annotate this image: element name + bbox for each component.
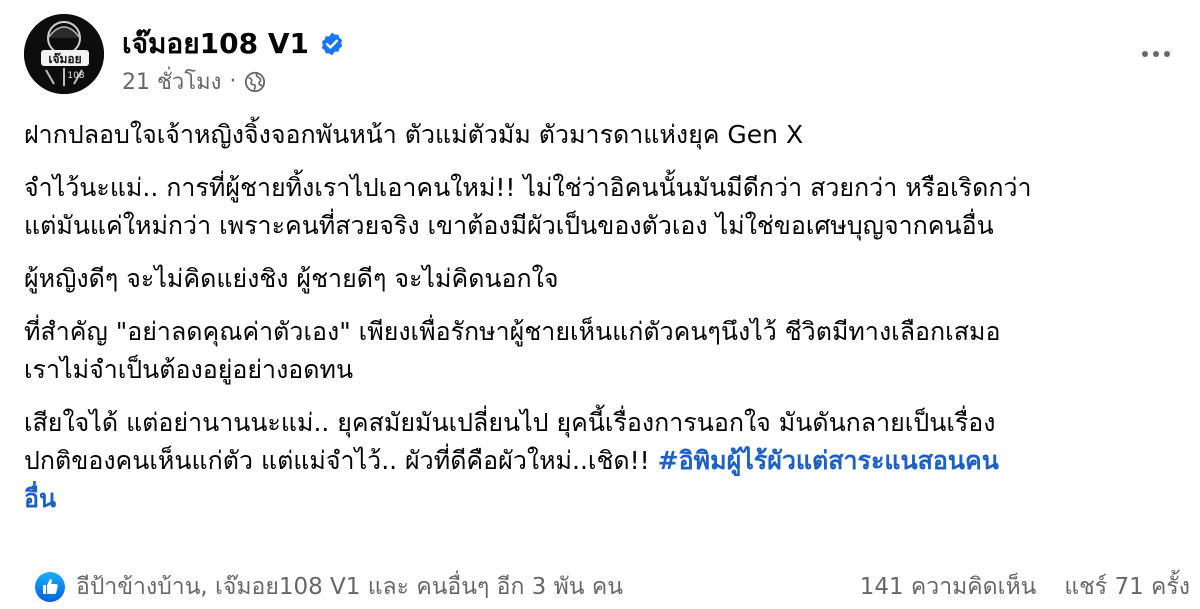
post-line: แต่มันแค่ใหม่กว่า เพราะคนที่สวยจริง เขาต… bbox=[24, 211, 994, 240]
page-name-link[interactable]: เจ๊มอย108 V1 bbox=[122, 22, 309, 66]
post-line: เสียใจได้ แต่อย่านานนะแม่.. ยุคสมัยมันเป… bbox=[24, 408, 996, 437]
more-dot bbox=[1164, 51, 1170, 57]
avatar-logo-text: เจ๊มอย bbox=[48, 52, 81, 66]
page-avatar[interactable]: เจ๊มอย 108 bbox=[24, 14, 104, 94]
hashtag-link[interactable]: #อิพิมผู้ไร้ผัวแต่สาระแนสอนคน bbox=[658, 446, 999, 475]
post-line: ฝากปลอบใจเจ้าหญิงจิ้งจอกพันหน้า ตัวแม่ตั… bbox=[24, 120, 804, 149]
avatar-image: เจ๊มอย 108 bbox=[24, 14, 104, 94]
more-dot bbox=[1142, 51, 1148, 57]
meta-separator: · bbox=[229, 69, 237, 94]
post-paragraph-1: ฝากปลอบใจเจ้าหญิงจิ้งจอกพันหน้า ตัวแม่ตั… bbox=[24, 116, 1184, 154]
reactions-summary[interactable]: อีป้าข้างบ้าน, เจ๊มอย108 V1 และ คนอื่นๆ … bbox=[34, 569, 623, 605]
reactions-text[interactable]: อีป้าข้างบ้าน, เจ๊มอย108 V1 และ คนอื่นๆ … bbox=[76, 569, 623, 605]
post-line: ปกติของคนเห็นแก่ตัว แต่แม่จำไว้.. ผัวที่… bbox=[24, 446, 658, 475]
avatar-logo-number: 108 bbox=[67, 71, 84, 81]
post-line: ผู้หญิงดีๆ จะไม่คิดแย่งชิง ผู้ชายดีๆ จะไ… bbox=[24, 264, 559, 293]
post-line: จำไว้นะแม่.. การที่ผู้ชายทิ้งเราไปเอาคนใ… bbox=[24, 173, 1032, 202]
verified-badge-icon bbox=[321, 32, 343, 56]
post-line: ที่สำคัญ "อย่าลดคุณค่าตัวเอง" เพียงเพื่อ… bbox=[24, 317, 1001, 346]
post-paragraph-2: จำไว้นะแม่.. การที่ผู้ชายทิ้งเราไปเอาคนใ… bbox=[24, 169, 1184, 245]
more-dot bbox=[1153, 51, 1159, 57]
like-icon bbox=[35, 572, 65, 602]
post-paragraph-3: ผู้หญิงดีๆ จะไม่คิดแย่งชิง ผู้ชายดีๆ จะไ… bbox=[24, 260, 1184, 298]
page-name-row: เจ๊มอย108 V1 bbox=[122, 22, 345, 66]
hashtag-link-continued[interactable]: อื่น bbox=[24, 484, 56, 513]
more-dots-icon[interactable] bbox=[1136, 42, 1176, 66]
globe-icon[interactable] bbox=[244, 71, 266, 93]
post-timestamp[interactable]: 21 ชั่วโมง bbox=[122, 64, 221, 99]
engagement-counts: 141 ความคิดเห็น แชร์ 71 ครั้ง bbox=[860, 569, 1190, 605]
post-text: ฝากปลอบใจเจ้าหญิงจิ้งจอกพันหน้า ตัวแม่ตั… bbox=[24, 116, 1184, 533]
post-meta: 21 ชั่วโมง · bbox=[122, 64, 266, 99]
post-paragraph-5: เสียใจได้ แต่อย่านานนะแม่.. ยุคสมัยมันเป… bbox=[24, 404, 1184, 518]
shares-count-link[interactable]: แชร์ 71 ครั้ง bbox=[1064, 569, 1190, 605]
post-line: เราไม่จำเป็นต้องอยู่อย่างอดทน bbox=[24, 355, 354, 384]
post-paragraph-4: ที่สำคัญ "อย่าลดคุณค่าตัวเอง" เพียงเพื่อ… bbox=[24, 313, 1184, 389]
comments-count-link[interactable]: 141 ความคิดเห็น bbox=[860, 569, 1037, 605]
post-header: เจ๊มอย 108 เจ๊มอย108 V1 21 ชั่วโมง · bbox=[24, 14, 1176, 95]
post-footer: อีป้าข้างบ้าน, เจ๊มอย108 V1 และ คนอื่นๆ … bbox=[24, 565, 1190, 605]
